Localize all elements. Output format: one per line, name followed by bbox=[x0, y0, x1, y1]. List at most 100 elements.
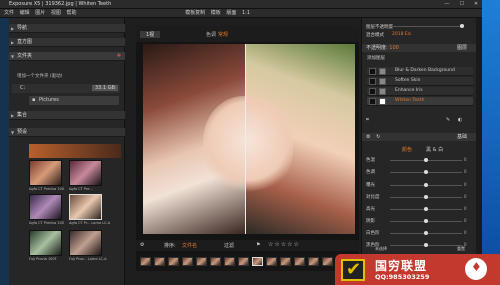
refresh-icon[interactable]: ↻ bbox=[376, 134, 380, 140]
tab-color[interactable]: 颜色 bbox=[402, 146, 412, 153]
visibility-eye-icon[interactable] bbox=[369, 68, 376, 75]
slider-knob[interactable] bbox=[424, 219, 428, 223]
filmstrip-thumb[interactable] bbox=[308, 257, 319, 266]
gradient-icon[interactable]: ◐ bbox=[458, 117, 462, 123]
layer-opacity-knob[interactable] bbox=[460, 24, 464, 28]
pictures-folder[interactable]: ▪ Pictures bbox=[29, 96, 119, 105]
filmstrip-thumb[interactable] bbox=[182, 257, 193, 266]
slider-row[interactable]: 曝光 0 bbox=[366, 181, 474, 190]
presets-section-header[interactable]: ▼ 预设 bbox=[9, 128, 125, 137]
star-rating-filter[interactable]: ☆☆☆☆☆ bbox=[268, 241, 300, 248]
slider-knob[interactable] bbox=[424, 183, 428, 187]
opacity-pct-value[interactable]: 100 bbox=[389, 45, 399, 51]
slider-knob[interactable] bbox=[424, 158, 428, 162]
gear-icon[interactable]: ⚙ bbox=[366, 134, 370, 140]
preset-thumb-label: Agfa CT Pre... bbox=[69, 187, 93, 191]
tone-label: 色调 bbox=[206, 32, 217, 38]
expand-triangle-icon: ▼ bbox=[11, 54, 15, 59]
menu-file[interactable]: 文件 bbox=[4, 9, 14, 18]
close-button[interactable]: ✕ bbox=[469, 0, 483, 9]
nav-section-header[interactable]: ▶ 导航 bbox=[9, 24, 125, 33]
nav-label: 导航 bbox=[17, 25, 28, 31]
filmstrip-thumb[interactable] bbox=[294, 257, 305, 266]
filmstrip-thumb[interactable] bbox=[210, 257, 221, 266]
add-folder-icon[interactable]: ✚ bbox=[117, 52, 121, 61]
menu-edit[interactable]: 编辑 bbox=[20, 9, 30, 18]
slider-knob[interactable] bbox=[424, 170, 428, 174]
collections-section-header[interactable]: ▶ 集合 bbox=[9, 111, 125, 120]
visibility-eye-icon[interactable] bbox=[369, 78, 376, 85]
menu-template[interactable]: 模板 bbox=[211, 9, 221, 18]
layer-opacity-track[interactable] bbox=[392, 26, 464, 27]
photo-preview[interactable] bbox=[143, 44, 355, 234]
blend-mode-dropdown[interactable]: 2018 Ed. bbox=[392, 32, 412, 37]
histogram-section-header[interactable]: ▶ 直方图 bbox=[9, 38, 125, 47]
collections-label: 集合 bbox=[17, 112, 28, 118]
menu-view[interactable]: 视图 bbox=[51, 9, 61, 18]
slider-row[interactable]: 白色阶 0 bbox=[366, 229, 474, 238]
crop-icon[interactable]: ⌗ bbox=[366, 117, 369, 123]
filmstrip-thumb[interactable] bbox=[168, 257, 179, 266]
preset-thumb[interactable] bbox=[29, 160, 62, 186]
slider-row[interactable]: 色调 0 bbox=[366, 168, 474, 177]
collapse-triangle-icon: ▶ bbox=[11, 26, 15, 31]
slider-knob[interactable] bbox=[424, 207, 428, 211]
menu-template-copy[interactable]: 模板复制 bbox=[185, 9, 205, 18]
window-title: Exposure X5 | 319362.jpg | Whiten Teeth bbox=[9, 1, 112, 7]
layer-row[interactable]: Soften Skin bbox=[367, 77, 473, 86]
visibility-eye-icon[interactable] bbox=[369, 88, 376, 95]
preset-thumb[interactable] bbox=[29, 194, 62, 220]
menu-help[interactable]: 帮助 bbox=[66, 9, 76, 18]
preset-thumb-selected[interactable] bbox=[69, 194, 102, 220]
menu-image[interactable]: 图片 bbox=[35, 9, 45, 18]
preset-thumb-label: Agfa CT Pr... Lomo LC-A bbox=[69, 221, 111, 225]
drive-row[interactable]: C: 33.1 GB bbox=[12, 84, 120, 93]
filmstrip-thumb[interactable] bbox=[224, 257, 235, 266]
filmstrip-thumb[interactable] bbox=[140, 257, 151, 266]
filmstrip-thumb[interactable] bbox=[196, 257, 207, 266]
histogram-label: 直方图 bbox=[17, 39, 33, 45]
preset-thumb[interactable] bbox=[69, 160, 102, 186]
filmstrip-thumb-selected[interactable] bbox=[252, 257, 263, 266]
layer-row-selected[interactable]: Whiten Teeth bbox=[367, 97, 473, 106]
maximize-button[interactable]: ☐ bbox=[455, 0, 469, 9]
tab-bw[interactable]: 黑 & 白 bbox=[426, 146, 443, 153]
view-mode-button[interactable]: 1视 bbox=[140, 31, 161, 38]
slider-row[interactable]: 高光 0 bbox=[366, 205, 474, 214]
filmstrip-thumb[interactable] bbox=[238, 257, 249, 266]
flag-icon[interactable]: ⚑ bbox=[256, 242, 260, 248]
slider-knob[interactable] bbox=[424, 195, 428, 199]
settings-gear-icon[interactable]: ⚙ bbox=[140, 242, 144, 248]
visibility-eye-icon[interactable] bbox=[369, 98, 376, 105]
filmstrip bbox=[136, 254, 359, 271]
layers-header: 不透明度: 100 图层 bbox=[362, 44, 477, 52]
filmstrip-thumb[interactable] bbox=[280, 257, 291, 266]
menu-layout[interactable]: 版面 bbox=[226, 9, 236, 18]
filmstrip-thumb[interactable] bbox=[266, 257, 277, 266]
slider-label: 高光 bbox=[366, 207, 375, 212]
filmstrip-thumb[interactable] bbox=[154, 257, 165, 266]
slider-row[interactable]: 色温 0 bbox=[366, 156, 474, 165]
slider-knob[interactable] bbox=[424, 231, 428, 235]
slider-row[interactable]: 阴影 0 bbox=[366, 217, 474, 226]
preset-thumb[interactable] bbox=[69, 230, 102, 256]
preset-thumb[interactable] bbox=[29, 230, 62, 256]
basic-header[interactable]: ⚙ ↻ 基础 bbox=[362, 133, 477, 141]
sort-dropdown[interactable]: 文件名 bbox=[182, 242, 197, 249]
minimize-button[interactable]: — bbox=[440, 0, 454, 9]
brush-icon[interactable]: ✎ bbox=[446, 117, 450, 123]
menu-zoom[interactable]: 1:1 bbox=[242, 9, 250, 18]
status-left: 未选择 bbox=[375, 246, 387, 251]
layer-row[interactable]: Blur & Darken Background bbox=[367, 67, 473, 76]
slider-knob[interactable] bbox=[424, 243, 428, 247]
add-layer-button[interactable]: 添加图层 bbox=[367, 55, 385, 61]
filmstrip-thumb[interactable] bbox=[322, 257, 333, 266]
presets-label: 预设 bbox=[17, 129, 28, 135]
before-after-divider[interactable] bbox=[245, 44, 246, 234]
tone-dropdown[interactable]: 常规 bbox=[218, 31, 228, 38]
slider-row[interactable]: 对比度 0 bbox=[366, 193, 474, 202]
preset-thumb-label: Fuji Prov... Lomo LC-A bbox=[69, 257, 107, 261]
preset-row-top[interactable] bbox=[29, 144, 121, 158]
layer-row[interactable]: Enhance Iris bbox=[367, 87, 473, 96]
folders-section-header[interactable]: ▼ 文件夹 ✚ bbox=[9, 52, 125, 61]
